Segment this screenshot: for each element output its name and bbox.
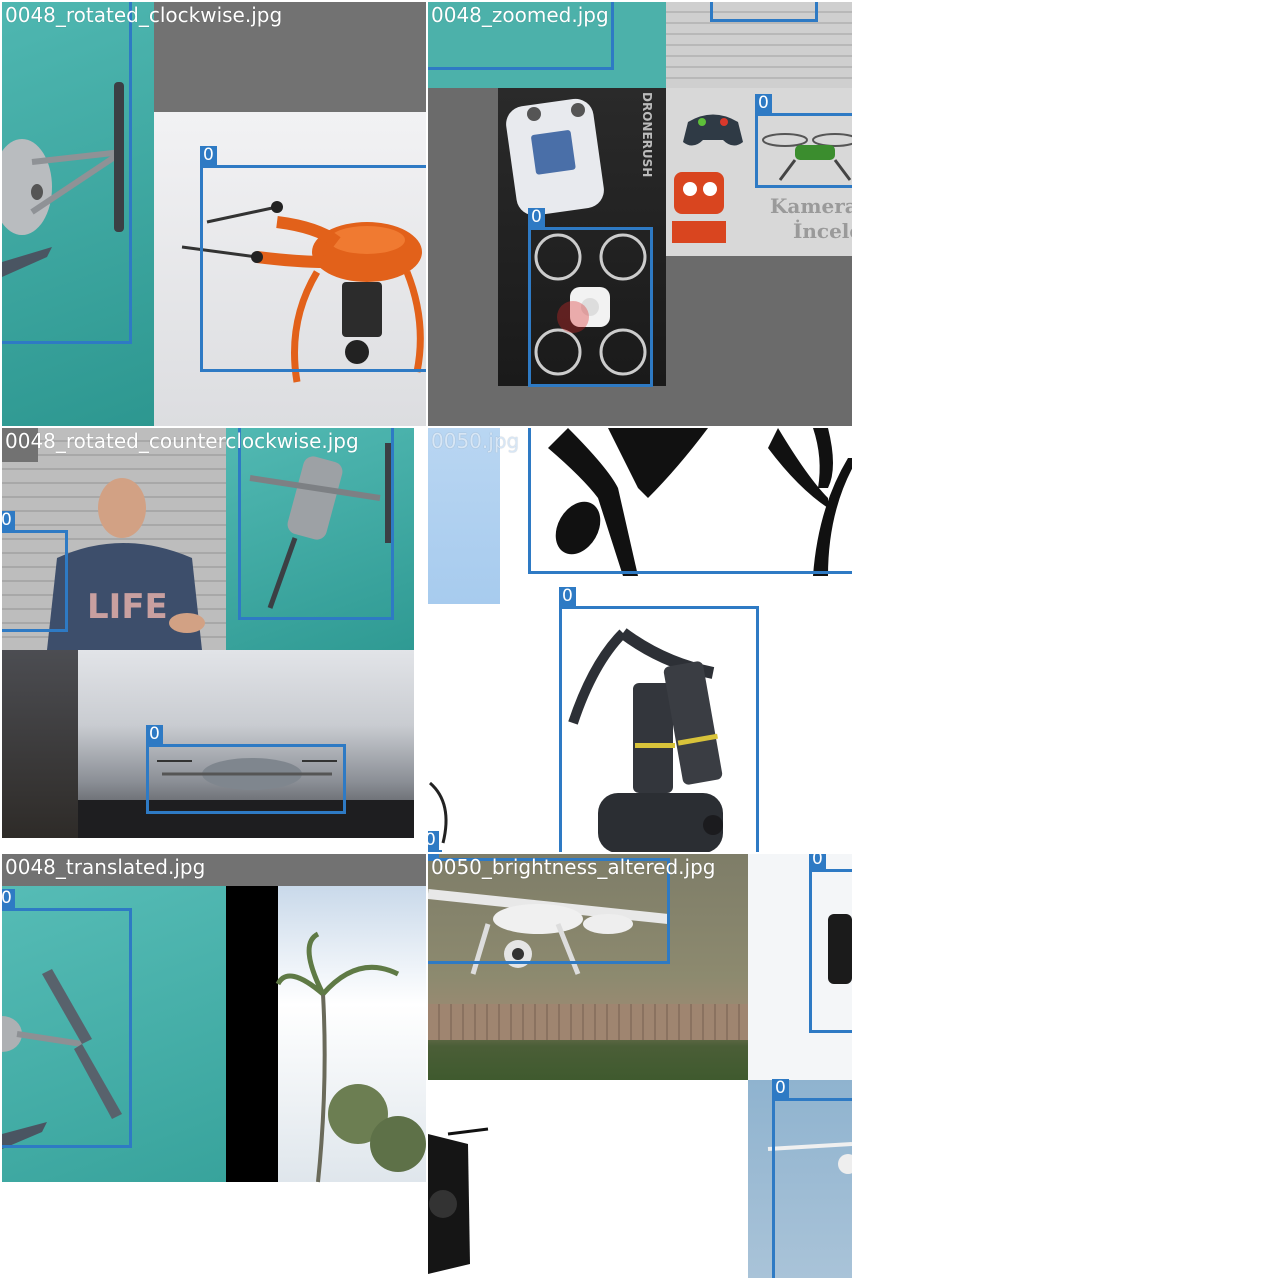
gray-padding bbox=[666, 256, 852, 426]
class-label: 0 bbox=[146, 725, 163, 744]
shirt-text: LIFE bbox=[87, 587, 168, 627]
detection-box: 0 bbox=[428, 831, 442, 852]
detection-box bbox=[710, 2, 818, 22]
detection-mosaic: 0 0048_rotated_clockwise.jpg DRONERUSH K… bbox=[0, 0, 1280, 1280]
tile-rotated-clockwise: 0 0048_rotated_clockwise.jpg bbox=[2, 2, 426, 426]
palm-tree-image bbox=[275, 931, 426, 1183]
detection-box: 0 bbox=[755, 94, 852, 188]
tile-filename: 0050.jpg bbox=[431, 429, 520, 453]
overlay-text: Kamerali bbox=[770, 194, 852, 218]
class-label: 0 bbox=[559, 587, 576, 606]
class-label: 0 bbox=[2, 511, 15, 530]
detection-box: 0 bbox=[238, 428, 394, 620]
dark-photo-region bbox=[2, 650, 78, 838]
tile-filename: 0048_rotated_counterclockwise.jpg bbox=[5, 429, 359, 453]
detection-box: 0 bbox=[528, 208, 653, 387]
black-padding bbox=[226, 886, 278, 1182]
robot-logo-icon bbox=[672, 172, 726, 243]
detection-box: 0 bbox=[809, 854, 852, 1033]
class-label: 0 bbox=[2, 889, 15, 908]
camera-drone-image bbox=[428, 1127, 489, 1274]
tile-filename: 0048_zoomed.jpg bbox=[431, 3, 609, 27]
tile-rotated-counterclockwise: LIFE 0 0 0 0048_rotated_counte bbox=[2, 428, 426, 852]
detection-box: 0 bbox=[559, 587, 759, 852]
class-label: 0 bbox=[528, 208, 545, 227]
gamepad-icon bbox=[683, 114, 743, 146]
tile-filename: 0048_translated.jpg bbox=[5, 855, 206, 879]
class-label: 0 bbox=[809, 854, 826, 869]
tile-filename: 0048_rotated_clockwise.jpg bbox=[5, 3, 283, 27]
tile-translated: 0 0048_translated.jpg bbox=[2, 854, 426, 1278]
fence bbox=[428, 1004, 748, 1040]
class-label: 0 bbox=[200, 146, 217, 165]
tile-filename: 0050_brightness_altered.jpg bbox=[431, 855, 716, 879]
detection-box: 0 bbox=[2, 889, 132, 1148]
tile-brightness-altered: 0 0 0 0050_brightness_altered.jpg bbox=[428, 854, 852, 1278]
detection-box: 0 bbox=[200, 146, 426, 372]
watermark-text: DRONERUSH bbox=[640, 92, 654, 178]
class-label: 0 bbox=[755, 94, 772, 113]
overlay-text: İncele bbox=[793, 219, 852, 243]
detection-box: 0 bbox=[146, 725, 346, 814]
class-label: 0 bbox=[772, 1079, 789, 1098]
detection-box: 0 bbox=[2, 511, 68, 632]
detection-box bbox=[2, 2, 132, 344]
tile-0050: 0 0 0 0050.jpg bbox=[428, 428, 852, 852]
sky-photo-region bbox=[428, 428, 500, 604]
detection-box: 0 bbox=[528, 428, 852, 574]
controller-image bbox=[506, 98, 604, 216]
tile-zoomed: DRONERUSH Kamera İncel 0 0 0048_zoomed.j… bbox=[428, 2, 852, 426]
detection-box: 0 bbox=[772, 1079, 852, 1278]
class-label: 0 bbox=[428, 831, 439, 850]
